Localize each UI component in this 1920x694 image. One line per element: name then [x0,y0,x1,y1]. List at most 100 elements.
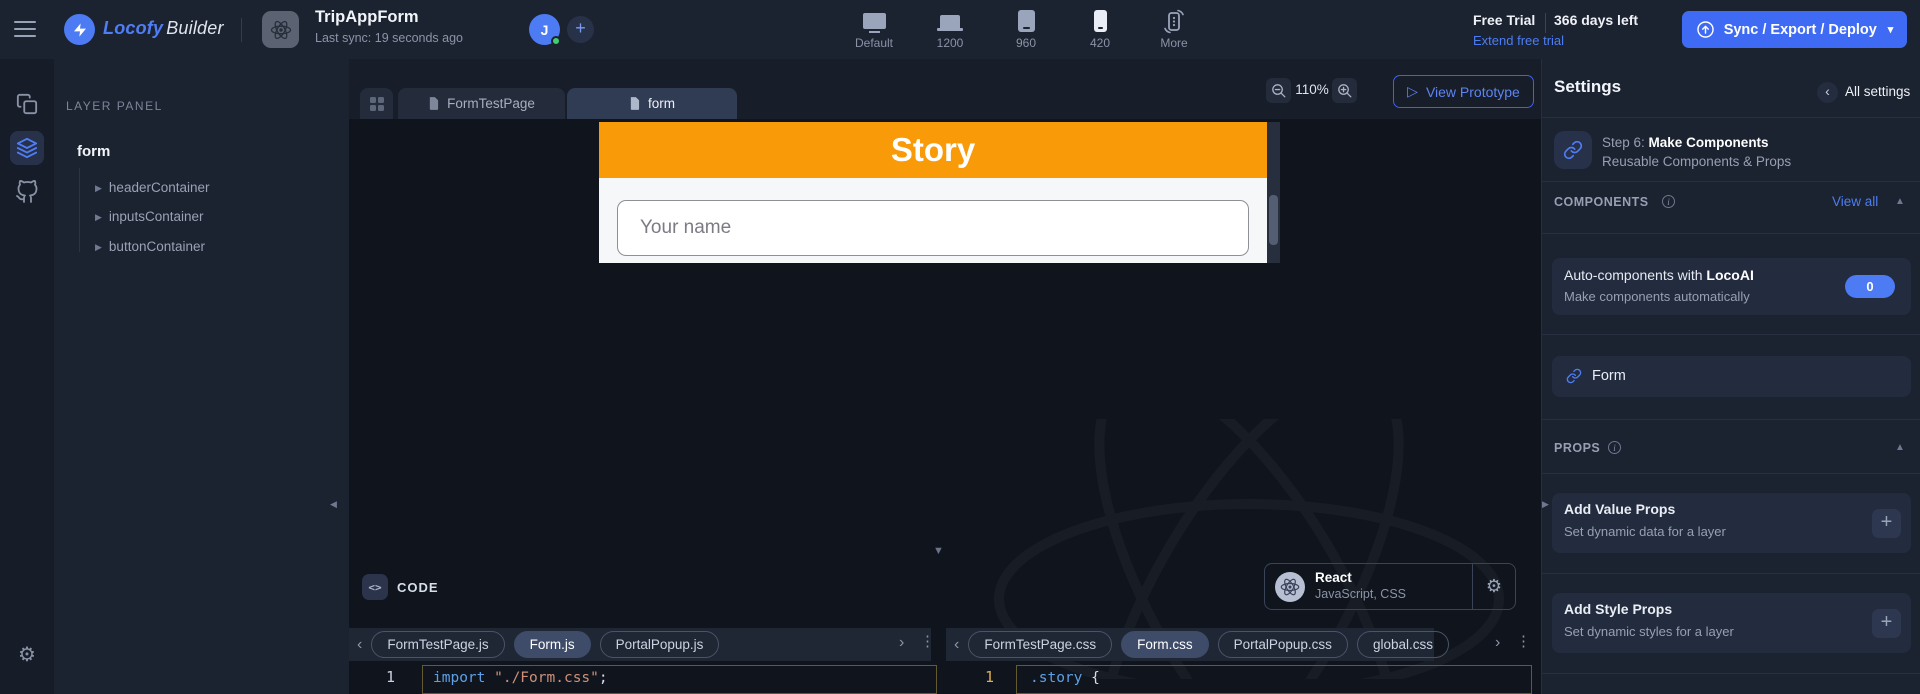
layer-panel-title: LAYER PANEL [66,99,163,113]
brand-secondary: Builder [166,18,224,38]
framework-name: React [1315,570,1352,586]
layer-item-header-container[interactable]: ▶ headerContainer [95,180,210,195]
hamburger-menu-icon[interactable] [14,21,36,37]
viewport-label: More [1160,36,1188,50]
avatar-initial: J [540,21,549,38]
preview-scrollbar[interactable] [1267,122,1280,263]
back-chevron-icon[interactable]: ‹ [1817,82,1838,103]
add-value-prop-button[interactable]: + [1872,509,1901,538]
auto-components-count-badge: 0 [1845,275,1895,298]
css-line-number: 1 [985,668,995,686]
viewport-960-button[interactable]: 960 [994,8,1058,50]
viewport-label: 960 [1015,36,1037,50]
value-props-title: Add Value Props [1564,501,1676,517]
viewport-more-button[interactable]: More [1142,8,1206,50]
js-file-tabs: ‹ FormTestPage.js Form.js PortalPopup.js [349,628,931,661]
brand-name: Locofy Builder [103,18,224,39]
pages-icon[interactable] [16,93,38,115]
chevron-left-icon[interactable]: ‹ [357,636,362,654]
play-icon: ▷ [1407,83,1418,99]
code-icon: <> [362,574,388,600]
view-all-link[interactable]: View all [1832,194,1878,209]
tab-formtestpage[interactable]: FormTestPage [398,88,565,119]
grid-icon [369,96,384,111]
tab-form[interactable]: form [567,88,737,119]
canvas-stage: Story ▼ <> CODE React JavaScript, CSS ⚙ … [349,119,1541,694]
tab-global-css[interactable]: global.css [1356,631,1449,658]
layer-item-button-container[interactable]: ▶ buttonContainer [95,239,205,254]
avatar[interactable]: J [529,14,561,46]
plan-label: Free Trial [1473,12,1536,28]
viewport-default-button[interactable]: Default [842,8,906,50]
chevron-right-icon[interactable]: › [1495,634,1500,652]
sync-export-deploy-button[interactable]: Sync / Export / Deploy ▾ [1682,11,1907,48]
form-header-title: Story [890,131,976,168]
gear-icon[interactable]: ⚙ [16,644,38,666]
divider [1545,13,1546,33]
tab-form-css[interactable]: Form.css [1121,631,1209,658]
make-components-step-icon [1554,131,1592,169]
tab-formtestpage-css[interactable]: FormTestPage.css [968,631,1113,658]
divider [1542,233,1920,234]
chevron-left-icon[interactable]: ‹ [954,636,959,654]
info-icon[interactable]: i [1662,195,1675,208]
style-props-subtitle: Set dynamic styles for a layer [1564,624,1734,639]
more-options-icon[interactable]: ⋮ [1516,632,1531,650]
auto-components-title: Auto-components with LocoAI [1564,267,1754,283]
viewport-420-button[interactable]: 420 [1068,8,1132,50]
expand-triangle-icon[interactable]: ▶ [95,183,102,194]
collapse-section-icon[interactable]: ▲ [1895,196,1905,207]
tablet-icon [1017,10,1035,32]
layers-icon[interactable] [10,131,44,165]
expand-triangle-icon[interactable]: ▶ [95,212,102,223]
divider [1542,573,1920,574]
layer-item-inputs-container[interactable]: ▶ inputsContainer [95,209,203,224]
add-style-prop-button[interactable]: + [1872,609,1901,638]
step-subtitle: Reusable Components & Props [1602,154,1792,169]
add-value-props-card[interactable]: Add Value Props Set dynamic data for a l… [1552,493,1911,553]
extend-trial-link[interactable]: Extend free trial [1473,33,1564,48]
caret-down-icon: ▾ [1887,24,1894,36]
scrollbar-handle[interactable] [1269,195,1278,245]
collapse-settings-panel-icon[interactable]: ▶ [1542,499,1549,510]
rotate-phone-icon [1164,9,1184,33]
zoom-in-button[interactable] [1332,78,1357,103]
view-prototype-button[interactable]: ▷ View Prototype [1393,75,1534,108]
component-item-form[interactable]: Form [1552,356,1911,397]
grid-view-tab[interactable] [360,88,393,119]
js-code-line[interactable]: import "./Form.css"; [433,670,608,686]
expand-triangle-icon[interactable]: ▶ [95,242,102,253]
info-icon[interactable]: i [1608,441,1621,454]
divider [1542,334,1920,335]
css-code-line[interactable]: .story { [1030,670,1100,686]
framework-selector[interactable]: React JavaScript, CSS ⚙ [1264,563,1516,610]
github-icon[interactable] [15,180,39,204]
layer-root-form[interactable]: form [77,143,110,160]
viewport-label: 1200 [936,36,964,50]
layer-panel: LAYER PANEL form ▶ headerContainer ▶ input… [54,59,349,694]
tab-form-js[interactable]: Form.js [513,631,591,658]
collapse-section-icon[interactable]: ▲ [1895,442,1905,453]
invite-user-button[interactable]: + [567,16,594,43]
tab-portalpopup-js[interactable]: PortalPopup.js [599,631,720,658]
code-settings-gear-icon[interactable]: ⚙ [1473,576,1515,597]
zoom-out-button[interactable] [1266,78,1291,103]
tab-formtestpage-js[interactable]: FormTestPage.js [371,631,505,658]
tab-portalpopup-css[interactable]: PortalPopup.css [1217,631,1348,658]
code-panel-title: CODE [397,580,439,595]
more-options-icon[interactable]: ⋮ [920,632,935,650]
zoom-in-icon [1337,83,1351,97]
rendered-form-preview: Story [599,122,1267,263]
plus-icon: + [575,18,586,38]
viewport-1200-button[interactable]: 1200 [918,8,982,50]
all-settings-link[interactable]: All settings [1845,84,1910,99]
component-name: Form [1592,368,1626,384]
divider [1542,117,1920,118]
collapse-code-panel-icon[interactable]: ▼ [933,545,944,557]
name-input[interactable] [617,200,1249,256]
step-title: Step 6: Make Components [1602,135,1769,150]
auto-components-card[interactable]: Auto-components with LocoAI Make compone… [1552,258,1911,315]
add-style-props-card[interactable]: Add Style Props Set dynamic styles for a… [1552,593,1911,653]
collapse-layer-panel-icon[interactable]: ◀ [330,499,337,510]
chevron-right-icon[interactable]: › [899,634,904,652]
